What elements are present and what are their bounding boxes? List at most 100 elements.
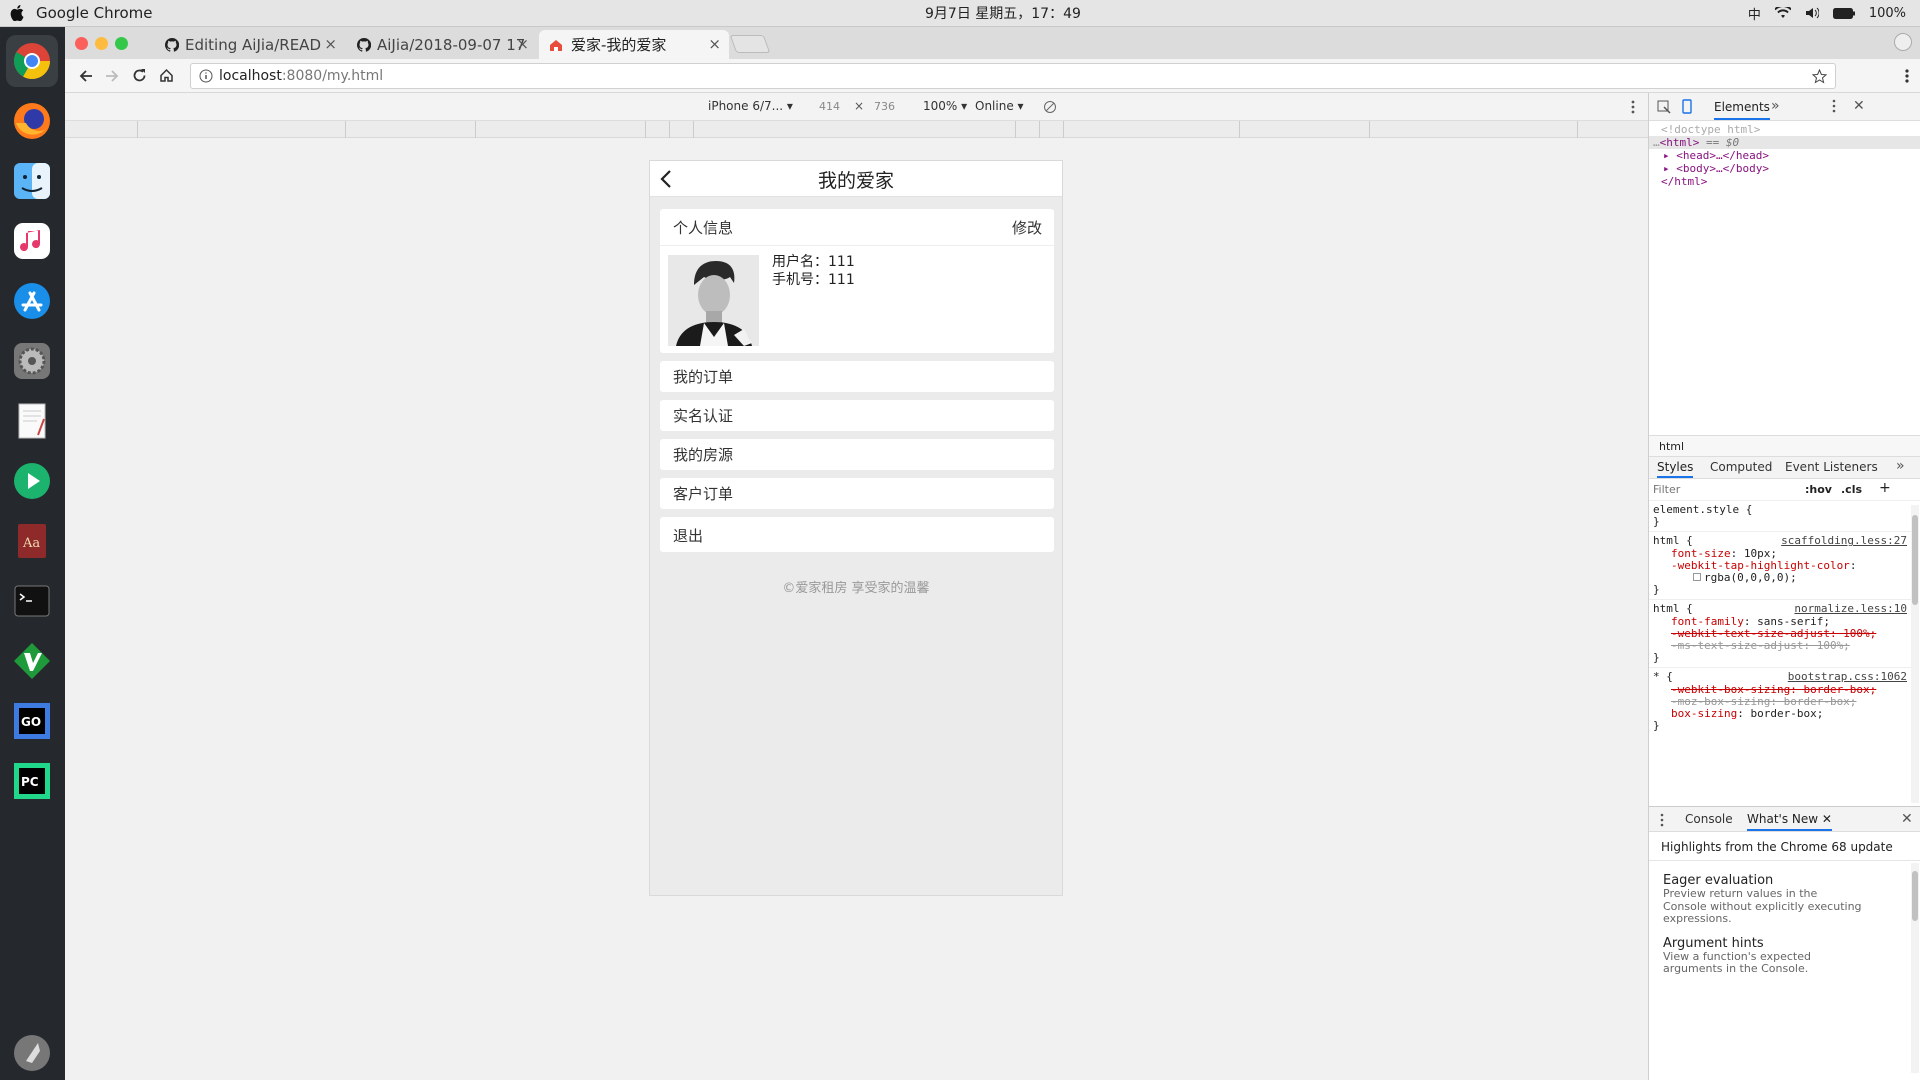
zoom-select[interactable]: 100% ▾ bbox=[923, 99, 967, 113]
launchpad-icon[interactable] bbox=[6, 1027, 58, 1079]
dom-head-node[interactable]: ▸ <head>…</head> bbox=[1649, 149, 1920, 162]
reload-icon[interactable] bbox=[132, 68, 147, 83]
css-property-overridden[interactable]: -ms-text-size-adjust: 100%; bbox=[1653, 639, 1907, 652]
new-tab-button[interactable] bbox=[729, 35, 771, 53]
css-value[interactable]: border-box; bbox=[1750, 707, 1823, 720]
css-property[interactable]: font-family bbox=[1671, 615, 1744, 628]
whats-new-item[interactable]: Eager evaluation Preview return values i… bbox=[1649, 861, 1920, 926]
firefox-icon[interactable] bbox=[6, 95, 58, 147]
color-swatch-icon[interactable] bbox=[1693, 573, 1701, 582]
dom-doctype[interactable]: <!doctype html> bbox=[1649, 123, 1920, 136]
menu-my-orders[interactable]: 我的订单 bbox=[660, 361, 1054, 392]
device-width-field[interactable]: 414 bbox=[819, 100, 840, 113]
terminal-icon[interactable] bbox=[6, 575, 58, 627]
css-value[interactable]: rgba(0,0,0,0); bbox=[1704, 571, 1797, 584]
rule-source-link[interactable]: normalize.less:10 bbox=[1794, 603, 1907, 615]
new-rule-icon[interactable]: + bbox=[1879, 480, 1891, 496]
class-toggle[interactable]: .cls bbox=[1841, 483, 1862, 496]
rule-source-link[interactable]: bootstrap.css:1062 bbox=[1788, 671, 1907, 683]
menu-customer-orders[interactable]: 客户订单 bbox=[660, 478, 1054, 509]
tab-computed[interactable]: Computed bbox=[1710, 460, 1772, 474]
infuse-icon[interactable] bbox=[6, 455, 58, 507]
css-property[interactable]: font-size bbox=[1671, 547, 1731, 560]
window-zoom-button[interactable] bbox=[115, 37, 128, 50]
app-store-icon[interactable] bbox=[6, 275, 58, 327]
rule-source-link[interactable]: scaffolding.less:27 bbox=[1781, 535, 1907, 547]
rule-normalize[interactable]: html { normalize.less:10 font-family: sa… bbox=[1649, 600, 1911, 669]
rotate-icon[interactable] bbox=[1043, 100, 1057, 114]
finder-icon[interactable] bbox=[6, 155, 58, 207]
dom-html-node[interactable]: …<html> == $0 bbox=[1649, 136, 1920, 149]
styles-scrollbar[interactable] bbox=[1911, 505, 1919, 803]
chrome-menu-icon[interactable] bbox=[1904, 68, 1910, 84]
devtools-menu-icon[interactable] bbox=[1831, 99, 1837, 113]
battery-icon[interactable] bbox=[1832, 7, 1855, 19]
css-property[interactable]: box-sizing bbox=[1671, 707, 1737, 720]
device-toggle-icon[interactable] bbox=[1680, 99, 1694, 114]
address-bar[interactable]: localhost:8080/my.html bbox=[190, 63, 1836, 89]
active-app-name[interactable]: Google Chrome bbox=[36, 4, 153, 22]
device-select[interactable]: iPhone 6/7... ▾ bbox=[708, 99, 793, 113]
tab-event-listeners[interactable]: Event Listeners bbox=[1785, 460, 1878, 474]
tab-styles[interactable]: Styles bbox=[1657, 460, 1694, 478]
textedit-icon[interactable] bbox=[6, 395, 58, 447]
home-icon[interactable] bbox=[159, 68, 174, 83]
avatar[interactable] bbox=[668, 255, 759, 346]
logout-button[interactable]: 退出 bbox=[660, 517, 1054, 552]
css-property-overridden[interactable]: -webkit-box-sizing: border-box; bbox=[1653, 683, 1907, 696]
rule-scaffolding[interactable]: html { scaffolding.less:27 font-size: 10… bbox=[1649, 532, 1911, 601]
dom-body-node[interactable]: ▸ <body>…</body> bbox=[1649, 162, 1920, 175]
network-throttle-select[interactable]: Online ▾ bbox=[975, 99, 1024, 113]
pycharm-icon[interactable]: PC bbox=[6, 755, 58, 807]
vim-icon[interactable] bbox=[6, 635, 58, 687]
itunes-icon[interactable] bbox=[6, 215, 58, 267]
breadcrumb-html[interactable]: html bbox=[1659, 440, 1684, 453]
rule-bootstrap[interactable]: * { bootstrap.css:1062 -webkit-box-sizin… bbox=[1649, 668, 1911, 735]
tab-close-icon[interactable]: ✕ bbox=[1822, 812, 1832, 826]
rule-element-style[interactable]: element.style { } bbox=[1649, 501, 1911, 533]
menu-identity-verification[interactable]: 实名认证 bbox=[660, 400, 1054, 431]
more-tabs-chevron-icon[interactable]: » bbox=[1771, 98, 1780, 114]
bookmark-star-icon[interactable] bbox=[1812, 69, 1827, 84]
tab-whats-new[interactable]: What's New ✕ bbox=[1747, 812, 1832, 831]
window-close-button[interactable] bbox=[75, 37, 88, 50]
tab-elements[interactable]: Elements bbox=[1714, 100, 1770, 120]
more-panels-chevron-icon[interactable]: » bbox=[1896, 458, 1905, 474]
input-method-indicator[interactable]: 中 bbox=[1748, 4, 1761, 23]
goland-icon[interactable]: GO bbox=[6, 695, 58, 747]
css-value[interactable]: sans-serif; bbox=[1757, 615, 1830, 628]
inspect-element-icon[interactable] bbox=[1657, 100, 1671, 114]
drawer-close-icon[interactable]: ✕ bbox=[1901, 811, 1913, 827]
device-more-icon[interactable] bbox=[1630, 99, 1636, 115]
tab-close-icon[interactable]: × bbox=[516, 35, 529, 53]
drawer-menu-icon[interactable] bbox=[1659, 813, 1665, 827]
css-value[interactable]: 10px; bbox=[1744, 547, 1777, 560]
edit-profile-link[interactable]: 修改 bbox=[1012, 217, 1042, 238]
styles-filter-input[interactable] bbox=[1653, 482, 1793, 497]
apple-icon[interactable] bbox=[10, 5, 24, 21]
css-property[interactable]: -webkit-tap-highlight-color bbox=[1671, 559, 1850, 572]
system-clock[interactable]: 9月7日 星期五，17：49 bbox=[925, 3, 1081, 23]
tab-console[interactable]: Console bbox=[1685, 812, 1733, 826]
back-arrow-icon[interactable] bbox=[79, 69, 93, 83]
tab-close-icon[interactable]: × bbox=[324, 35, 337, 53]
dictionary-icon[interactable]: Aa bbox=[6, 515, 58, 567]
devtools-close-icon[interactable]: ✕ bbox=[1853, 98, 1865, 114]
volume-icon[interactable] bbox=[1805, 7, 1819, 19]
window-minimize-button[interactable] bbox=[95, 37, 108, 50]
forward-arrow-icon[interactable] bbox=[105, 69, 119, 83]
whats-new-item[interactable]: Argument hints View a function's expecte… bbox=[1649, 926, 1920, 976]
tab-readme[interactable]: Editing AiJia/READ × bbox=[155, 30, 345, 59]
info-icon[interactable] bbox=[199, 69, 213, 83]
tab-commit[interactable]: AiJia/2018-09-07 17 × bbox=[347, 30, 537, 59]
whats-new-scrollbar[interactable] bbox=[1911, 863, 1919, 1073]
dom-html-close[interactable]: </html> bbox=[1649, 175, 1920, 188]
tab-close-icon[interactable]: × bbox=[708, 35, 721, 53]
menu-my-listings[interactable]: 我的房源 bbox=[660, 439, 1054, 470]
device-height-field[interactable]: 736 bbox=[874, 100, 895, 113]
url-text[interactable]: localhost:8080/my.html bbox=[219, 68, 383, 84]
media-query-bar[interactable] bbox=[65, 121, 1648, 138]
hover-state-toggle[interactable]: :hov bbox=[1805, 483, 1832, 496]
system-preferences-icon[interactable] bbox=[6, 335, 58, 387]
chrome-icon[interactable] bbox=[6, 35, 58, 87]
